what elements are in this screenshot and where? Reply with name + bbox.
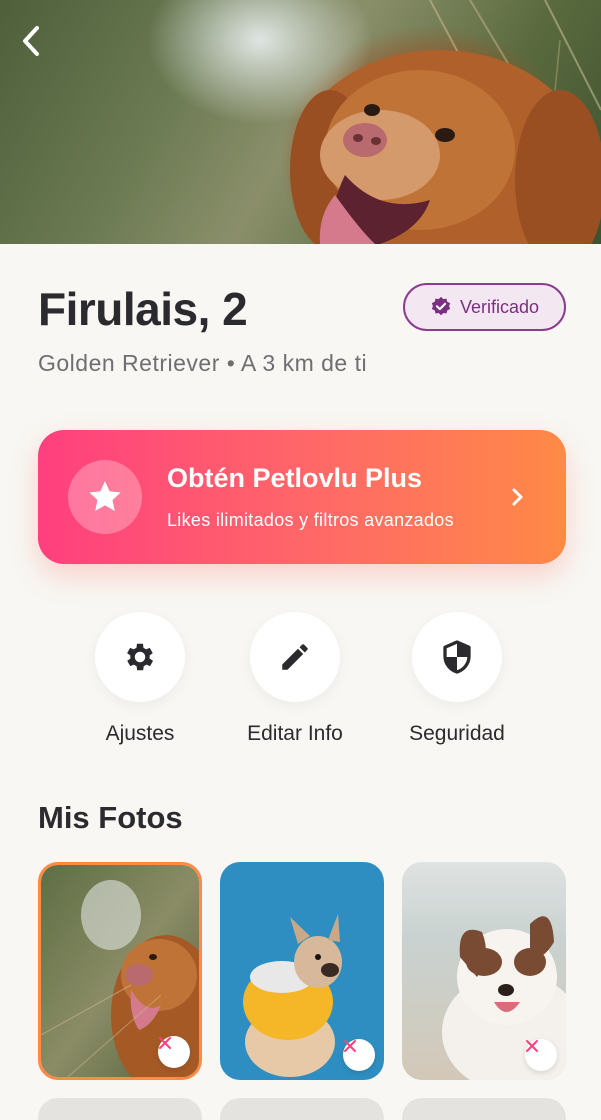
settings-action[interactable]: Ajustes: [70, 612, 210, 752]
profile-header: Firulais, 2 Verificado: [38, 282, 566, 335]
photo-tile-1[interactable]: [38, 862, 202, 1080]
photo-tile-3[interactable]: [402, 862, 566, 1080]
edit-info-action[interactable]: Editar Info: [225, 612, 365, 752]
remove-photo-button[interactable]: [343, 1039, 375, 1071]
verified-label: Verificado: [459, 296, 540, 317]
photo-slot-empty[interactable]: [220, 1098, 384, 1120]
pencil-icon: [282, 644, 308, 670]
pet-name-age: Firulais, 2: [38, 283, 248, 335]
my-photos-title: Mis Fotos: [38, 800, 183, 835]
star-icon: [89, 481, 121, 511]
verified-badge: Verificado: [403, 283, 566, 331]
upgrade-plus-banner[interactable]: Obtén Petlovlu Plus Likes ilimitados y f…: [38, 430, 566, 564]
edit-info-button[interactable]: [250, 612, 340, 702]
edit-info-label: Editar Info: [247, 722, 343, 745]
photo-slot-empty[interactable]: [38, 1098, 202, 1120]
security-action[interactable]: Seguridad: [387, 612, 527, 752]
verified-badge-icon: [431, 296, 451, 316]
security-button[interactable]: [412, 612, 502, 702]
chevron-left-icon: [23, 26, 39, 56]
close-icon: [344, 1040, 356, 1052]
promo-star-badge: [68, 460, 142, 534]
hero-dog-illustration: [290, 0, 601, 244]
settings-button[interactable]: [95, 612, 185, 702]
security-label: Seguridad: [409, 722, 505, 745]
chevron-right-icon: [512, 488, 523, 506]
remove-photo-button[interactable]: [525, 1039, 557, 1071]
close-icon: [159, 1037, 171, 1049]
remove-photo-button[interactable]: [158, 1036, 190, 1068]
photo-tile-2[interactable]: [220, 862, 384, 1080]
breed-distance: Golden Retriever • A 3 km de ti: [38, 350, 368, 376]
promo-subtitle: Likes ilimitados y filtros avanzados: [167, 510, 454, 530]
shield-icon: [443, 640, 471, 674]
hero-photo: [0, 0, 601, 244]
close-icon: [526, 1040, 538, 1052]
back-button[interactable]: [20, 24, 52, 60]
settings-label: Ajustes: [105, 722, 175, 745]
promo-title: Obtén Petlovlu Plus: [167, 463, 423, 493]
gear-icon: [127, 643, 154, 671]
photo-slot-empty[interactable]: [402, 1098, 566, 1120]
